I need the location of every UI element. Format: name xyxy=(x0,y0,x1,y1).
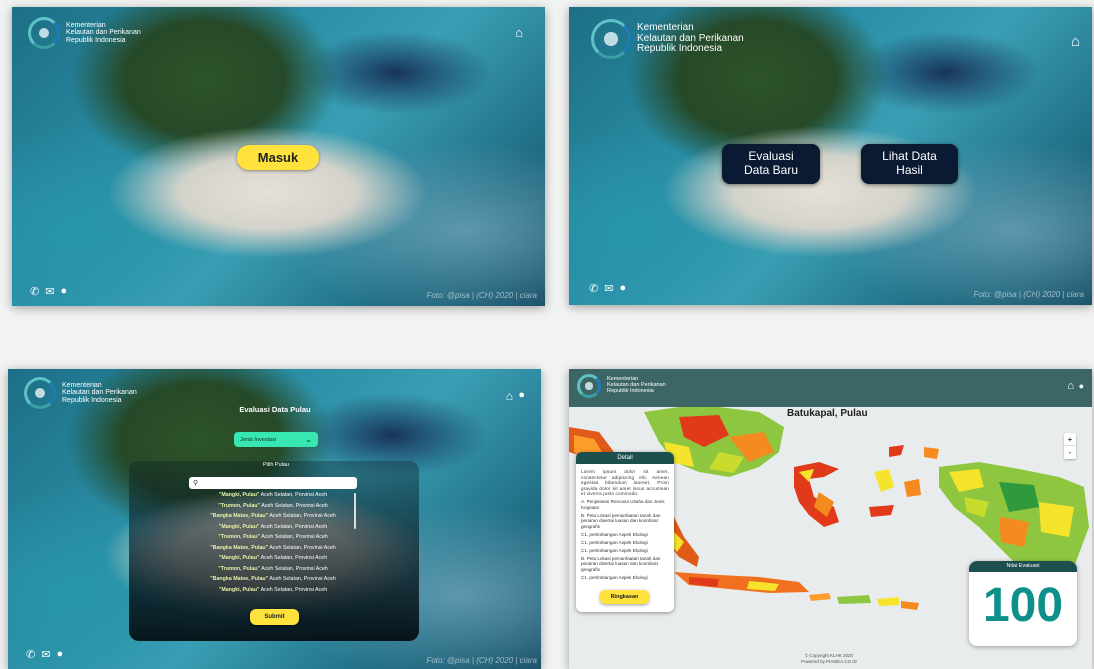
detail-header: Detail xyxy=(576,452,674,464)
list-item[interactable]: "Mangki, Pulau" Aceh Selatan, Provinsi A… xyxy=(189,490,357,501)
island-search-field[interactable]: ⚲ xyxy=(189,477,357,489)
investment-type-select[interactable]: Jenis Investasi ⌄ xyxy=(234,432,318,447)
search-icon: ⚲ xyxy=(193,479,199,487)
user-icon[interactable]: ● xyxy=(1079,381,1084,391)
brand-logo[interactable]: Kementerian Kelautan dan Perikanan Republi… xyxy=(591,19,744,59)
brand-logo[interactable]: Kementerian Kelautan dan Perikanan Republi… xyxy=(577,374,666,398)
pick-island-label: Pilih Pulau xyxy=(263,462,289,468)
select-value: Jenis Investasi xyxy=(240,436,277,443)
papua[interactable] xyxy=(939,462,1089,577)
view-results-button[interactable]: Lihat Data Hasil xyxy=(861,144,958,184)
location-pin-icon[interactable]: ● xyxy=(619,282,626,295)
list-item[interactable]: "Mangki, Pulau" Aceh Selatan, Provinsi A… xyxy=(189,585,357,596)
evaluation-score-card: Nilai Evaluasi 100 xyxy=(969,561,1077,646)
contact-icons: ✆ ✉ ● xyxy=(589,282,626,295)
evaluate-new-data-button[interactable]: Evaluasi Data Baru xyxy=(722,144,820,184)
panel-title: Evaluasi Data Pulau xyxy=(239,405,311,414)
kkp-logo-icon xyxy=(591,19,631,59)
home-icon[interactable]: ⌂ xyxy=(515,25,523,40)
detail-item: C1. pertimbangan Aspek Ekologi xyxy=(581,539,648,545)
photo-credit: Foto: @pisa | (CH) 2020 | ciara xyxy=(426,291,537,300)
kkp-logo-icon xyxy=(24,377,56,409)
detail-item: A. Penjelasan Rencana Usaha dan Jenis Ke… xyxy=(581,499,665,510)
mail-icon[interactable]: ✉ xyxy=(604,282,613,295)
home-icon[interactable]: ⌂ xyxy=(1067,380,1074,392)
list-item[interactable]: "Trumon, Pulau" Aceh Selatan, Provinsi A… xyxy=(189,564,357,575)
detail-item: B. Peta Lokasi pemanfaatan tanah dan per… xyxy=(581,512,661,529)
java[interactable] xyxy=(674,572,809,593)
score-label: Nilai Evaluasi xyxy=(969,561,1077,572)
list-item[interactable]: "Mangki, Pulau" Aceh Selatan, Provinsi A… xyxy=(189,522,357,533)
score-value: 100 xyxy=(982,579,1064,632)
list-item[interactable]: "Bangka Matee, Pulau" Aceh Selatan, Prov… xyxy=(189,574,357,585)
island-list[interactable]: "Mangki, Pulau" Aceh Selatan, Provinsi A… xyxy=(189,490,357,598)
kkp-logo-icon xyxy=(28,17,60,49)
detail-item: C1. pertimbangan Aspek Ekologi xyxy=(581,531,648,537)
brand-text: Kementerian Kelautan dan Perikanan Republi… xyxy=(62,381,137,404)
maluku[interactable] xyxy=(869,469,921,517)
photo-credit: Foto: @pisa | (CH) 2020 | ciara xyxy=(426,656,537,665)
screen-result-map: Kementerian Kelautan dan Perikanan Republi… xyxy=(569,369,1092,669)
detail-item: C1. pertimbangan Aspek Ekologi xyxy=(581,574,648,580)
zoom-controls: + - xyxy=(1064,433,1076,459)
list-item[interactable]: "Bangka Matee, Pulau" Aceh Selatan, Prov… xyxy=(189,543,357,554)
detail-item: C1. pertimbangan Aspek Ekologi xyxy=(581,547,648,553)
zoom-in-button[interactable]: + xyxy=(1064,433,1076,446)
map-header: Kementerian Kelautan dan Perikanan Republi… xyxy=(569,369,1092,407)
location-pin-icon[interactable]: ● xyxy=(56,648,63,661)
login-button[interactable]: Masuk xyxy=(237,145,319,170)
screen-evaluate-island: Kementerian Kelautan dan Perikanan Republi… xyxy=(8,369,541,669)
list-item[interactable]: "Mangki, Pulau" Aceh Selatan, Provinsi A… xyxy=(189,553,357,564)
mail-icon[interactable]: ✉ xyxy=(41,648,50,661)
brand-logo[interactable]: Kementerian Kelautan dan Perikanan Republi… xyxy=(24,377,137,409)
screen-landing: Kementerian Kelautan dan Perikanan Republi… xyxy=(12,7,545,306)
mail-icon[interactable]: ✉ xyxy=(45,285,54,298)
kkp-logo-icon xyxy=(577,374,601,398)
detail-item: B. Peta Lokasi pemanfaatan tanah dan per… xyxy=(581,555,661,572)
list-scrollbar[interactable] xyxy=(354,493,356,529)
list-item[interactable]: "Trumon, Pulau" Aceh Selatan, Provinsi A… xyxy=(189,501,357,512)
photo-credit: Foto: @pisa | (CH) 2020 | ciara xyxy=(973,290,1084,299)
screen-menu: Kementerian Kelautan dan Perikanan Republi… xyxy=(569,7,1092,305)
selected-island-label: Batukapal, Pulau xyxy=(787,408,868,419)
zoom-out-button[interactable]: - xyxy=(1064,446,1076,459)
chevron-down-icon: ⌄ xyxy=(305,434,312,444)
brand-text: Kementerian Kelautan dan Perikanan Republi… xyxy=(66,21,141,44)
location-pin-icon[interactable]: ● xyxy=(60,285,67,298)
detail-card: Detail Lorem ipsum dolor sit amet, conse… xyxy=(576,452,674,612)
phone-icon[interactable]: ✆ xyxy=(26,648,35,661)
footer-copyright: © Copyright KLHK 2020 Powered by PIAMEA.… xyxy=(801,653,857,665)
brand-text: Kementerian Kelautan dan Perikanan Republi… xyxy=(607,376,666,394)
home-icon[interactable]: ⌂ xyxy=(1071,33,1080,50)
submit-button[interactable]: Submit xyxy=(250,609,299,625)
detail-intro: Lorem ipsum dolor sit amet, consectetur … xyxy=(581,469,669,496)
brand-logo[interactable]: Kementerian Kelautan dan Perikanan Republi… xyxy=(28,17,141,49)
nusa-tenggara[interactable] xyxy=(809,593,919,610)
list-item[interactable]: "Bangka Matee, Pulau" Aceh Selatan, Prov… xyxy=(189,511,357,522)
sulawesi[interactable] xyxy=(794,462,839,527)
search-input[interactable] xyxy=(201,480,342,486)
home-icon[interactable]: ⌂ xyxy=(506,389,513,403)
contact-icons: ✆ ✉ ● xyxy=(26,648,63,661)
user-icon[interactable]: ● xyxy=(518,389,525,401)
phone-icon[interactable]: ✆ xyxy=(30,285,39,298)
contact-icons: ✆ ✉ ● xyxy=(30,285,67,298)
brand-text: Kementerian Kelautan dan Perikanan Republi… xyxy=(637,22,744,55)
detail-body: Lorem ipsum dolor sit amet, consectetur … xyxy=(576,464,674,580)
list-item[interactable]: "Trumon, Pulau" Aceh Selatan, Provinsi A… xyxy=(189,532,357,543)
phone-icon[interactable]: ✆ xyxy=(589,282,598,295)
summary-button[interactable]: Ringkasan xyxy=(600,590,649,604)
